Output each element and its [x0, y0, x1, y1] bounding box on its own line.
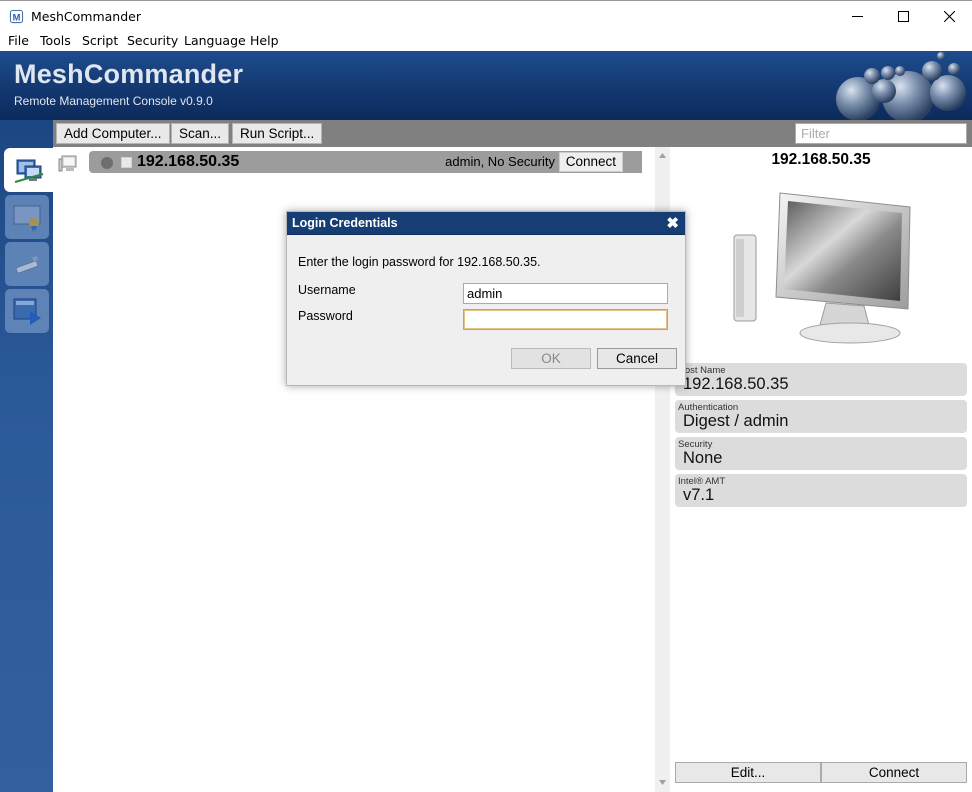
nav-computers[interactable]: [4, 148, 53, 192]
add-computer-button[interactable]: Add Computer...: [56, 123, 170, 144]
close-button[interactable]: [926, 1, 972, 31]
svg-text:M: M: [13, 12, 21, 22]
menu-bar: File Tools Script Security Language Help: [0, 30, 972, 51]
security-field: Security None: [675, 437, 967, 470]
menu-script[interactable]: Script: [82, 33, 118, 48]
scan-button[interactable]: Scan...: [171, 123, 230, 144]
computer-icon: [58, 155, 77, 172]
brand-title: MeshCommander: [14, 59, 244, 89]
usb-key-icon: [15, 255, 39, 274]
details-title: 192.168.50.35: [771, 151, 871, 168]
password-label: Password: [298, 309, 353, 323]
amt-version-field: Intel® AMT v7.1: [675, 474, 967, 507]
ok-button[interactable]: OK: [511, 348, 591, 369]
title-bar: M MeshCommander: [0, 0, 972, 30]
menu-security[interactable]: Security: [127, 33, 178, 48]
connect-button[interactable]: Connect: [821, 762, 967, 783]
device-row[interactable]: 192.168.50.35 admin, No Security Connect: [89, 151, 642, 173]
dialog-close-icon[interactable]: ✖: [666, 214, 679, 232]
maximize-button[interactable]: [880, 1, 926, 31]
toolbar: Add Computer... Scan... Run Script...: [53, 120, 972, 147]
cancel-button[interactable]: Cancel: [597, 348, 677, 369]
host-name-value: 192.168.50.35: [683, 375, 789, 393]
bubbles-logo-icon: [836, 52, 966, 120]
close-icon: [943, 10, 955, 22]
computers-icon: [14, 159, 43, 183]
device-ip: 192.168.50.35: [137, 153, 240, 170]
scroll-down-icon[interactable]: [658, 778, 667, 786]
dialog-header: Login Credentials ✖: [287, 212, 685, 235]
menu-help[interactable]: Help: [250, 33, 279, 48]
filter-input[interactable]: [795, 123, 967, 144]
menu-file[interactable]: File: [8, 33, 29, 48]
minimize-button[interactable]: [834, 1, 880, 31]
details-panel: 192.168.50.35 Host Name 192.168.50.35 Au…: [670, 147, 972, 792]
device-connect-button[interactable]: Connect: [558, 152, 623, 172]
device-status: admin, No Security: [445, 154, 555, 169]
minimize-icon: [851, 15, 863, 17]
computer-illustration-icon: [733, 192, 911, 344]
power-state-indicator: [101, 157, 113, 169]
certificate-icon: [13, 205, 41, 232]
run-script-button[interactable]: Run Script...: [232, 123, 323, 144]
dialog-title: Login Credentials: [292, 216, 398, 230]
edit-button[interactable]: Edit...: [675, 762, 821, 783]
password-input[interactable]: [463, 309, 668, 330]
security-value: None: [683, 449, 723, 467]
login-dialog: Login Credentials ✖ Enter the login pass…: [286, 211, 686, 386]
maximize-icon: [897, 10, 909, 22]
host-name-field: Host Name 192.168.50.35: [675, 363, 967, 396]
app-icon: M: [9, 9, 24, 24]
brand-subtitle: Remote Management Console v0.9.0: [14, 94, 213, 108]
scroll-up-icon[interactable]: [658, 152, 667, 160]
device-checkbox[interactable]: [121, 157, 132, 168]
nav-scripts[interactable]: [5, 289, 49, 333]
script-play-icon: [13, 298, 41, 325]
menu-tools[interactable]: Tools: [40, 33, 71, 48]
side-nav: [0, 120, 53, 792]
amt-version-value: v7.1: [683, 486, 715, 504]
window-title: MeshCommander: [31, 9, 141, 24]
authentication-value: Digest / admin: [683, 412, 789, 430]
username-input[interactable]: [463, 283, 668, 304]
menu-language[interactable]: Language: [184, 33, 246, 48]
nav-storage[interactable]: [5, 242, 49, 286]
dialog-message: Enter the login password for 192.168.50.…: [298, 255, 541, 269]
header-banner: MeshCommander Remote Management Console …: [0, 51, 972, 120]
username-label: Username: [298, 283, 356, 297]
nav-certificates[interactable]: [5, 195, 49, 239]
authentication-field: Authentication Digest / admin: [675, 400, 967, 433]
